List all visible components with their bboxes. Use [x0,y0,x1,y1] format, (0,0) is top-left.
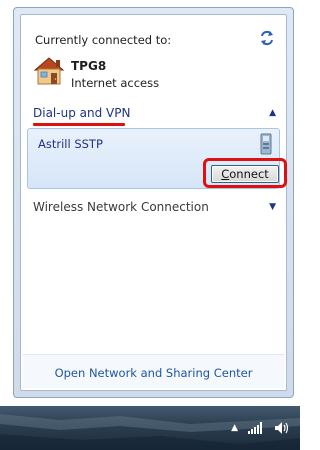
connected-network-name: TPG8 [71,59,107,73]
refresh-icon[interactable] [258,29,276,47]
show-hidden-icons-icon[interactable]: ▲ [231,423,238,433]
connect-button[interactable]: Connect [211,165,279,183]
flyout-footer: Open Network and Sharing Center [23,354,284,388]
connected-network-status: Internet access [71,76,160,90]
chevron-up-icon: ▲ [269,108,276,118]
network-signal-icon[interactable] [248,422,264,434]
currently-connected-label: Currently connected to: [35,33,172,47]
section-label-wireless: Wireless Network Connection [33,200,209,214]
speaker-volume-icon[interactable] [274,421,290,435]
network-panel: Currently connected to: TPG8 Internet ac… [20,14,287,391]
vpn-connection-item[interactable]: Astrill SSTP Connect [27,128,287,189]
chevron-down-icon: ▼ [269,202,276,212]
connect-button-rest: onnect [229,167,269,181]
house-network-icon [33,57,65,85]
system-tray: ▲ [231,406,290,450]
vpn-connection-name: Astrill SSTP [38,137,103,151]
section-label-dialup-vpn: Dial-up and VPN [33,106,131,120]
open-network-sharing-center-link[interactable]: Open Network and Sharing Center [55,366,253,380]
annotation-connect-highlight: Connect [203,158,287,188]
network-flyout: Currently connected to: TPG8 Internet ac… [13,7,294,398]
taskbar: ▲ [0,406,300,450]
annotation-underline [33,123,125,126]
section-header-dialup-vpn[interactable]: Dial-up and VPN ▲ [27,101,280,125]
section-header-wireless[interactable]: Wireless Network Connection ▼ [27,195,280,219]
vpn-connection-icon [260,133,272,155]
